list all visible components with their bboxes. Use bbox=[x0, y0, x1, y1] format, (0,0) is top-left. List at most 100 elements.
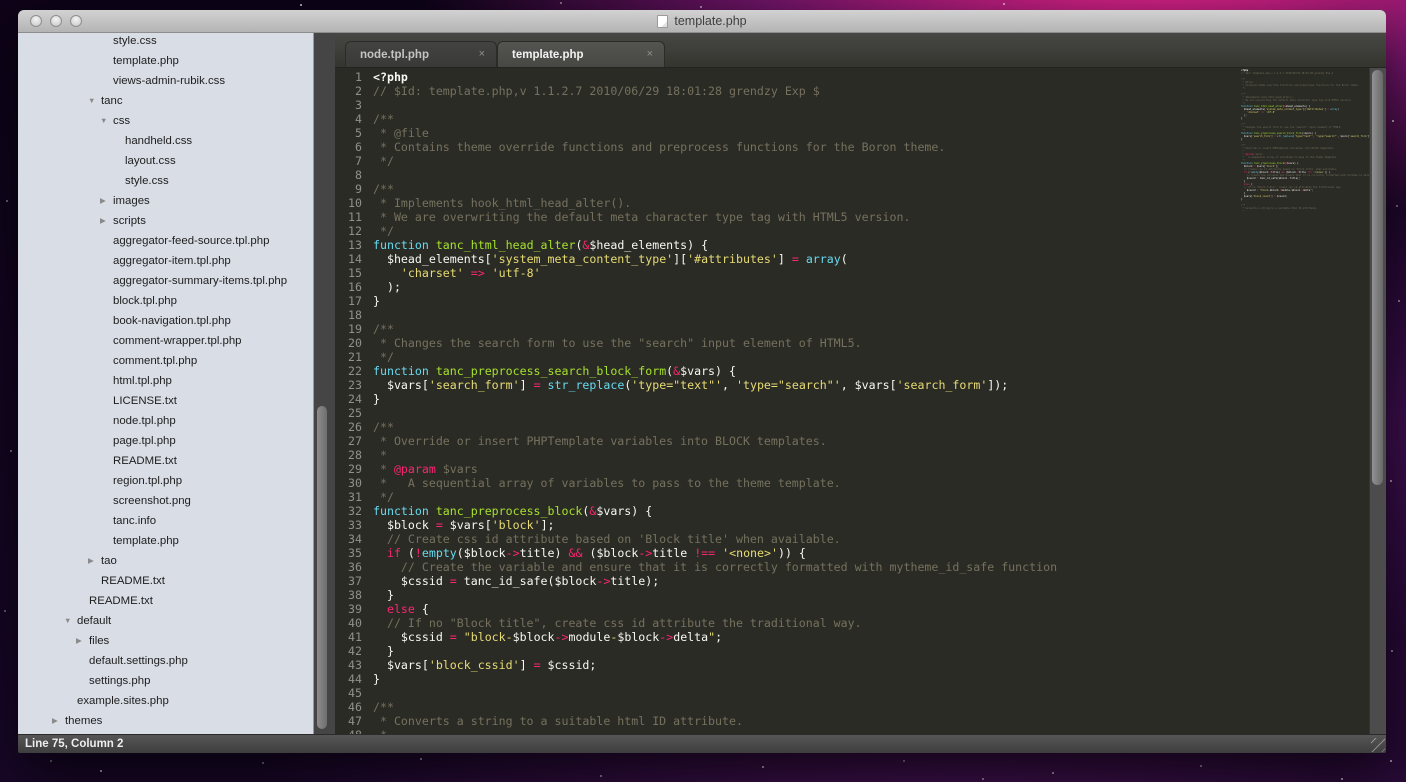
code-line-30[interactable]: 30 * A sequential array of variables to … bbox=[335, 476, 1386, 490]
code-line-39[interactable]: 39 else { bbox=[335, 602, 1386, 616]
code-line-7[interactable]: 7 */ bbox=[335, 154, 1386, 168]
folder-item-scripts[interactable]: ▶scripts bbox=[18, 211, 313, 231]
folder-item-css[interactable]: ▼css bbox=[18, 111, 313, 131]
code-line-21[interactable]: 21 */ bbox=[335, 350, 1386, 364]
file-item-template.php[interactable]: template.php bbox=[18, 531, 313, 551]
code-line-11[interactable]: 11 * We are overwriting the default meta… bbox=[335, 210, 1386, 224]
code-line-19[interactable]: 19/** bbox=[335, 322, 1386, 336]
minimap[interactable]: <?php// $Id: template.php,v 1.1.2.7 2010… bbox=[1241, 69, 1369, 213]
code-line-29[interactable]: 29 * @param $vars bbox=[335, 462, 1386, 476]
code-line-40[interactable]: 40 // If no "Block title", create css id… bbox=[335, 616, 1386, 630]
folder-item-default[interactable]: ▼default bbox=[18, 611, 313, 631]
code-line-16[interactable]: 16 ); bbox=[335, 280, 1386, 294]
file-item-style.css[interactable]: style.css bbox=[18, 33, 313, 51]
code-line-9[interactable]: 9/** bbox=[335, 182, 1386, 196]
code-line-36[interactable]: 36 // Create the variable and ensure tha… bbox=[335, 560, 1386, 574]
file-item-aggregator-item.tpl.php[interactable]: aggregator-item.tpl.php bbox=[18, 251, 313, 271]
code-line-23[interactable]: 23 $vars['search_form'] = str_replace('t… bbox=[335, 378, 1386, 392]
file-item-handheld.css[interactable]: handheld.css bbox=[18, 131, 313, 151]
code-line-27[interactable]: 27 * Override or insert PHPTemplate vari… bbox=[335, 434, 1386, 448]
code-line-35[interactable]: 35 if (!empty($block->title) && ($block-… bbox=[335, 546, 1386, 560]
code-line-41[interactable]: 41 $cssid = "block-$block->module-$block… bbox=[335, 630, 1386, 644]
file-item-example.sites.php[interactable]: example.sites.php bbox=[18, 691, 313, 711]
file-item-LICENSE.txt[interactable]: LICENSE.txt bbox=[18, 391, 313, 411]
sidebar-scrollbar-thumb[interactable] bbox=[317, 406, 327, 729]
disclosure-open-icon[interactable]: ▼ bbox=[64, 611, 77, 631]
code-line-10[interactable]: 10 * Implements hook_html_head_alter(). bbox=[335, 196, 1386, 210]
code-line-37[interactable]: 37 $cssid = tanc_id_safe($block->title); bbox=[335, 574, 1386, 588]
code-line-43[interactable]: 43 $vars['block_cssid'] = $cssid; bbox=[335, 658, 1386, 672]
code-line-47[interactable]: 47 * Converts a string to a suitable htm… bbox=[335, 714, 1386, 728]
code-line-17[interactable]: 17} bbox=[335, 294, 1386, 308]
editor-scrollbar-thumb[interactable] bbox=[1372, 70, 1383, 485]
editor-scrollbar-track[interactable] bbox=[1369, 68, 1386, 734]
folder-item-tao[interactable]: ▶tao bbox=[18, 551, 313, 571]
code-line-32[interactable]: 32function tanc_preprocess_block(&$vars)… bbox=[335, 504, 1386, 518]
code-line-38[interactable]: 38 } bbox=[335, 588, 1386, 602]
file-item-template.php[interactable]: template.php bbox=[18, 51, 313, 71]
code-line-3[interactable]: 3 bbox=[335, 98, 1386, 112]
file-item-region.tpl.php[interactable]: region.tpl.php bbox=[18, 471, 313, 491]
file-item-node.tpl.php[interactable]: node.tpl.php bbox=[18, 411, 313, 431]
minimize-window-button[interactable] bbox=[50, 15, 62, 27]
code-line-31[interactable]: 31 */ bbox=[335, 490, 1386, 504]
code-line-26[interactable]: 26/** bbox=[335, 420, 1386, 434]
tab-close-icon[interactable]: × bbox=[479, 48, 485, 61]
folder-item-files[interactable]: ▶files bbox=[18, 631, 313, 651]
code-line-4[interactable]: 4/** bbox=[335, 112, 1386, 126]
code-line-14[interactable]: 14 $head_elements['system_meta_content_t… bbox=[335, 252, 1386, 266]
file-item-page.tpl.php[interactable]: page.tpl.php bbox=[18, 431, 313, 451]
code-line-22[interactable]: 22function tanc_preprocess_search_block_… bbox=[335, 364, 1386, 378]
file-item-block.tpl.php[interactable]: block.tpl.php bbox=[18, 291, 313, 311]
code-line-45[interactable]: 45 bbox=[335, 686, 1386, 700]
file-item-screenshot.png[interactable]: screenshot.png bbox=[18, 491, 313, 511]
code-line-28[interactable]: 28 * bbox=[335, 448, 1386, 462]
code-line-15[interactable]: 15 'charset' => 'utf-8' bbox=[335, 266, 1386, 280]
disclosure-closed-icon[interactable]: ▶ bbox=[100, 191, 113, 211]
code-line-18[interactable]: 18 bbox=[335, 308, 1386, 322]
folder-item-themes[interactable]: ▶themes bbox=[18, 711, 313, 731]
code-line-44[interactable]: 44} bbox=[335, 672, 1386, 686]
disclosure-closed-icon[interactable]: ▶ bbox=[88, 551, 101, 571]
file-item-layout.css[interactable]: layout.css bbox=[18, 151, 313, 171]
sidebar-scrollbar-track[interactable] bbox=[313, 33, 335, 734]
resize-grip[interactable] bbox=[1371, 738, 1385, 752]
code-line-2[interactable]: 2// $Id: template.php,v 1.1.2.7 2010/06/… bbox=[335, 84, 1386, 98]
file-item-html.tpl.php[interactable]: html.tpl.php bbox=[18, 371, 313, 391]
code-line-13[interactable]: 13function tanc_html_head_alter(&$head_e… bbox=[335, 238, 1386, 252]
code-line-42[interactable]: 42 } bbox=[335, 644, 1386, 658]
file-item-README.txt[interactable]: README.txt bbox=[18, 571, 313, 591]
folder-item-tanc[interactable]: ▼tanc bbox=[18, 91, 313, 111]
tab-template.php[interactable]: template.php× bbox=[497, 41, 665, 67]
file-item-style.css[interactable]: style.css bbox=[18, 171, 313, 191]
code-line-20[interactable]: 20 * Changes the search form to use the … bbox=[335, 336, 1386, 350]
code-line-24[interactable]: 24} bbox=[335, 392, 1386, 406]
code-line-34[interactable]: 34 // Create css id attribute based on '… bbox=[335, 532, 1386, 546]
code-editor[interactable]: 1<?php2// $Id: template.php,v 1.1.2.7 20… bbox=[335, 68, 1386, 734]
code-line-12[interactable]: 12 */ bbox=[335, 224, 1386, 238]
file-item-aggregator-summary-items.tpl.php[interactable]: aggregator-summary-items.tpl.php bbox=[18, 271, 313, 291]
window-titlebar[interactable]: template.php bbox=[18, 10, 1386, 33]
code-line-6[interactable]: 6 * Contains theme override functions an… bbox=[335, 140, 1386, 154]
disclosure-open-icon[interactable]: ▼ bbox=[88, 91, 101, 111]
close-window-button[interactable] bbox=[30, 15, 42, 27]
code-line-33[interactable]: 33 $block = $vars['block']; bbox=[335, 518, 1386, 532]
zoom-window-button[interactable] bbox=[70, 15, 82, 27]
file-item-README.txt[interactable]: README.txt bbox=[18, 451, 313, 471]
file-item-default.settings.php[interactable]: default.settings.php bbox=[18, 651, 313, 671]
file-item-aggregator-feed-source.tpl.php[interactable]: aggregator-feed-source.tpl.php bbox=[18, 231, 313, 251]
disclosure-open-icon[interactable]: ▼ bbox=[100, 111, 113, 131]
file-item-views-admin-rubik.css[interactable]: views-admin-rubik.css bbox=[18, 71, 313, 91]
code-line-5[interactable]: 5 * @file bbox=[335, 126, 1386, 140]
disclosure-closed-icon[interactable]: ▶ bbox=[100, 211, 113, 231]
file-item-settings.php[interactable]: settings.php bbox=[18, 671, 313, 691]
file-item-comment.tpl.php[interactable]: comment.tpl.php bbox=[18, 351, 313, 371]
folder-item-images[interactable]: ▶images bbox=[18, 191, 313, 211]
tab-node.tpl.php[interactable]: node.tpl.php× bbox=[345, 41, 497, 67]
code-line-46[interactable]: 46/** bbox=[335, 700, 1386, 714]
disclosure-closed-icon[interactable]: ▶ bbox=[76, 631, 89, 651]
disclosure-closed-icon[interactable]: ▶ bbox=[52, 711, 65, 731]
code-line-8[interactable]: 8 bbox=[335, 168, 1386, 182]
tab-close-icon[interactable]: × bbox=[647, 48, 653, 61]
file-item-tanc.info[interactable]: tanc.info bbox=[18, 511, 313, 531]
